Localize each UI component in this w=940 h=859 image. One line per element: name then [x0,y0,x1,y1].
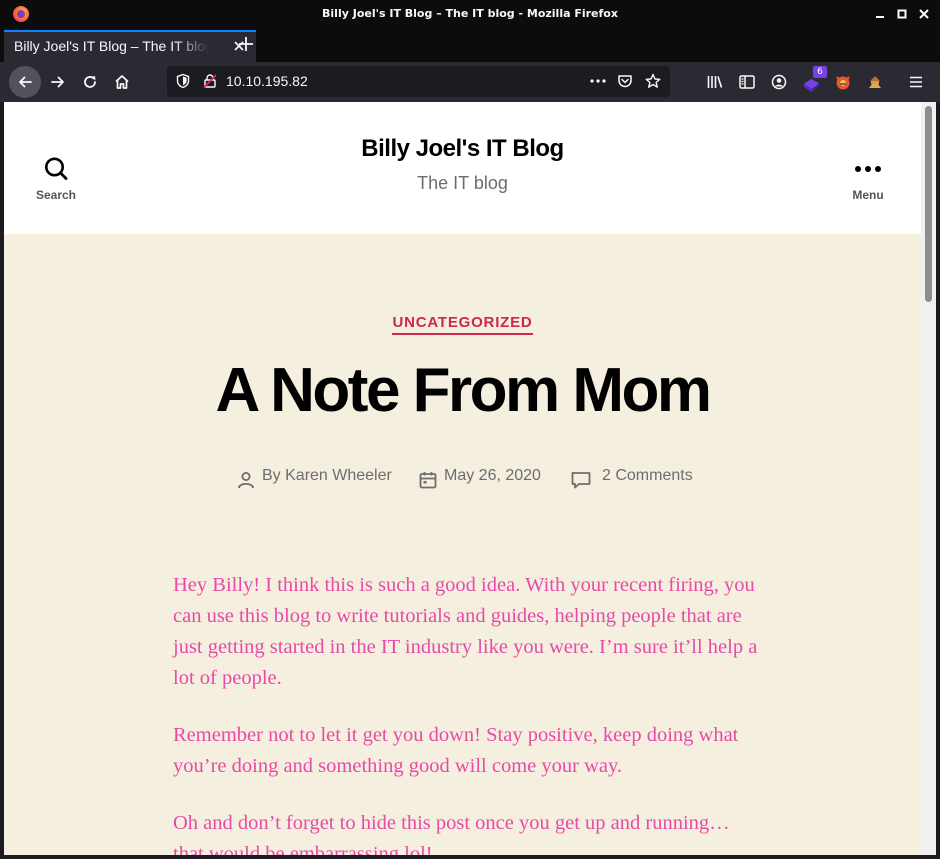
comments-link[interactable]: 2 Comments [602,467,693,485]
new-tab-icon[interactable] [236,34,256,54]
post-content: Hey Billy! I think this is such a good i… [173,570,763,855]
account-icon[interactable] [770,73,788,91]
window-frame-right [936,102,940,859]
close-window-icon[interactable] [916,6,932,22]
scrollbar-thumb[interactable] [925,106,932,302]
author-name[interactable]: By Karen Wheeler [262,467,392,485]
navigation-toolbar: 10.10.195.82 6 [0,62,940,102]
forward-arrow-icon [51,76,64,88]
page-viewport: Search Billy Joel's IT Blog The IT blog … [4,102,921,855]
sidebar-icon[interactable] [738,73,756,91]
extension-wappalyzer-icon[interactable] [866,73,884,91]
forward-button[interactable] [42,66,74,98]
library-icon[interactable] [706,73,724,91]
post-paragraph: Hey Billy! I think this is such a good i… [173,574,758,689]
date-text[interactable]: May 26, 2020 [444,467,541,485]
insecure-lock-icon[interactable] [202,73,218,89]
category-link[interactable]: UNCATEGORIZED [392,314,533,335]
extension-foxy-proxy-icon[interactable] [834,73,852,91]
author-person-icon [238,472,254,489]
window-titlebar: Billy Joel's IT Blog – The IT blog - Moz… [0,0,940,28]
window-frame-left [0,102,4,859]
post-category: UNCATEGORIZED [4,312,921,335]
post-title: A Note From Mom [215,356,712,425]
window-title: Billy Joel's IT Blog – The IT blog - Moz… [322,7,618,20]
site-description: The IT blog [417,173,508,193]
tab-billy-joel-blog[interactable]: Billy Joel's IT Blog – The IT blog [4,30,256,62]
post-paragraph: Oh and don’t forget to hide this post on… [173,812,730,855]
page-actions-dots-icon[interactable] [589,73,607,89]
tab-strip: Billy Joel's IT Blog – The IT blog [0,28,940,62]
tab-label: Billy Joel's IT Blog – The IT blog [14,38,209,54]
reload-button[interactable] [74,66,106,98]
site-header: Search Billy Joel's IT Blog The IT blog … [4,102,921,234]
site-title[interactable]: Billy Joel's IT Blog [4,135,921,163]
post-paragraph: Remember not to let it get you down! Sta… [173,724,739,777]
home-icon [115,75,129,89]
menu-toggle-button[interactable]: Menu [844,156,892,202]
reload-icon [84,76,96,88]
home-button[interactable] [106,66,138,98]
menu-label: Menu [852,188,884,202]
tracking-protection-shield-icon[interactable] [175,73,191,89]
menu-dots-icon [855,166,881,172]
page-scrollbar[interactable] [921,102,936,855]
url-text[interactable]: 10.10.195.82 [226,73,308,89]
bookmark-star-icon[interactable] [645,73,661,89]
url-bar[interactable]: 10.10.195.82 [167,66,670,97]
extension-purple-button[interactable]: 6 [802,66,827,94]
comment-bubble-icon [571,472,591,489]
pocket-icon[interactable] [617,73,633,89]
hamburger-menu-icon[interactable] [907,73,925,91]
minimize-icon[interactable] [872,6,888,22]
back-button[interactable] [9,66,41,98]
extension-badge: 6 [813,66,827,78]
window-frame-bottom [0,855,940,859]
calendar-icon [419,472,437,489]
maximize-icon[interactable] [894,6,910,22]
back-arrow-icon [19,76,32,88]
